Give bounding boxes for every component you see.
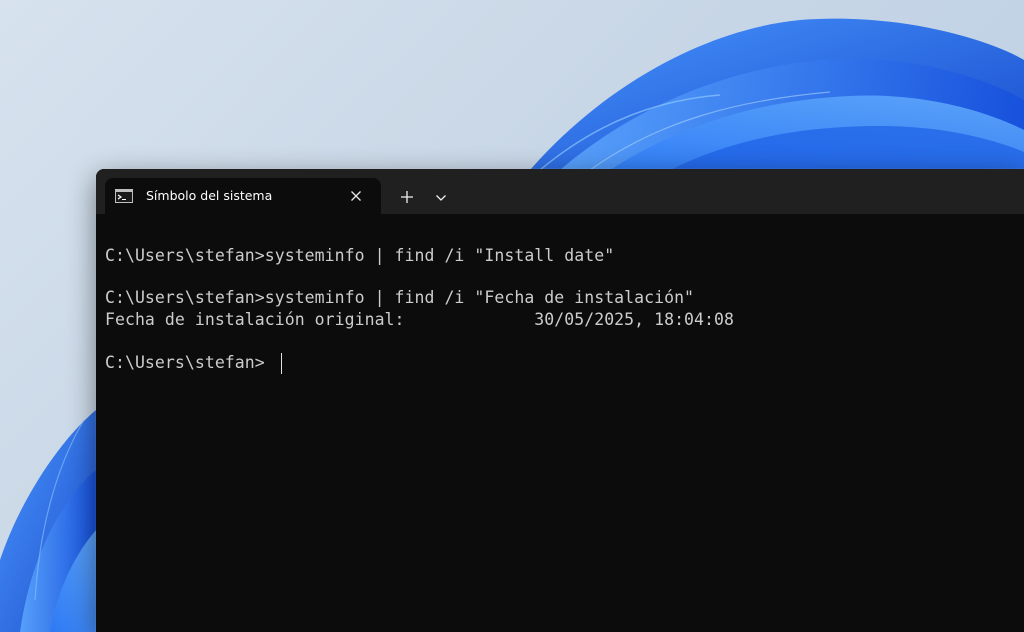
tab-command-prompt[interactable]: Símbolo del sistema [105,178,381,214]
console-prompt: C:\Users\stefan> [105,353,265,372]
console-line: Fecha de instalación original: 30/05/202… [105,310,734,329]
close-icon[interactable] [347,187,365,205]
tab-title: Símbolo del sistema [146,188,273,203]
console-line: C:\Users\stefan>systeminfo | find /i "Fe… [105,288,695,307]
command-prompt-icon [115,189,133,203]
plus-icon [401,191,413,203]
new-tab-button[interactable] [396,186,418,208]
text-cursor [281,353,282,374]
console-output[interactable]: C:\Users\stefan>systeminfo | find /i "In… [96,214,1024,632]
chevron-down-icon [436,195,446,201]
console-line: C:\Users\stefan>systeminfo | find /i "In… [105,246,615,265]
tab-strip: Símbolo del sistema [96,169,1024,214]
terminal-window: Símbolo del sistema C:\Users\stefan>syst… [96,169,1024,632]
tab-dropdown-button[interactable] [430,187,452,209]
